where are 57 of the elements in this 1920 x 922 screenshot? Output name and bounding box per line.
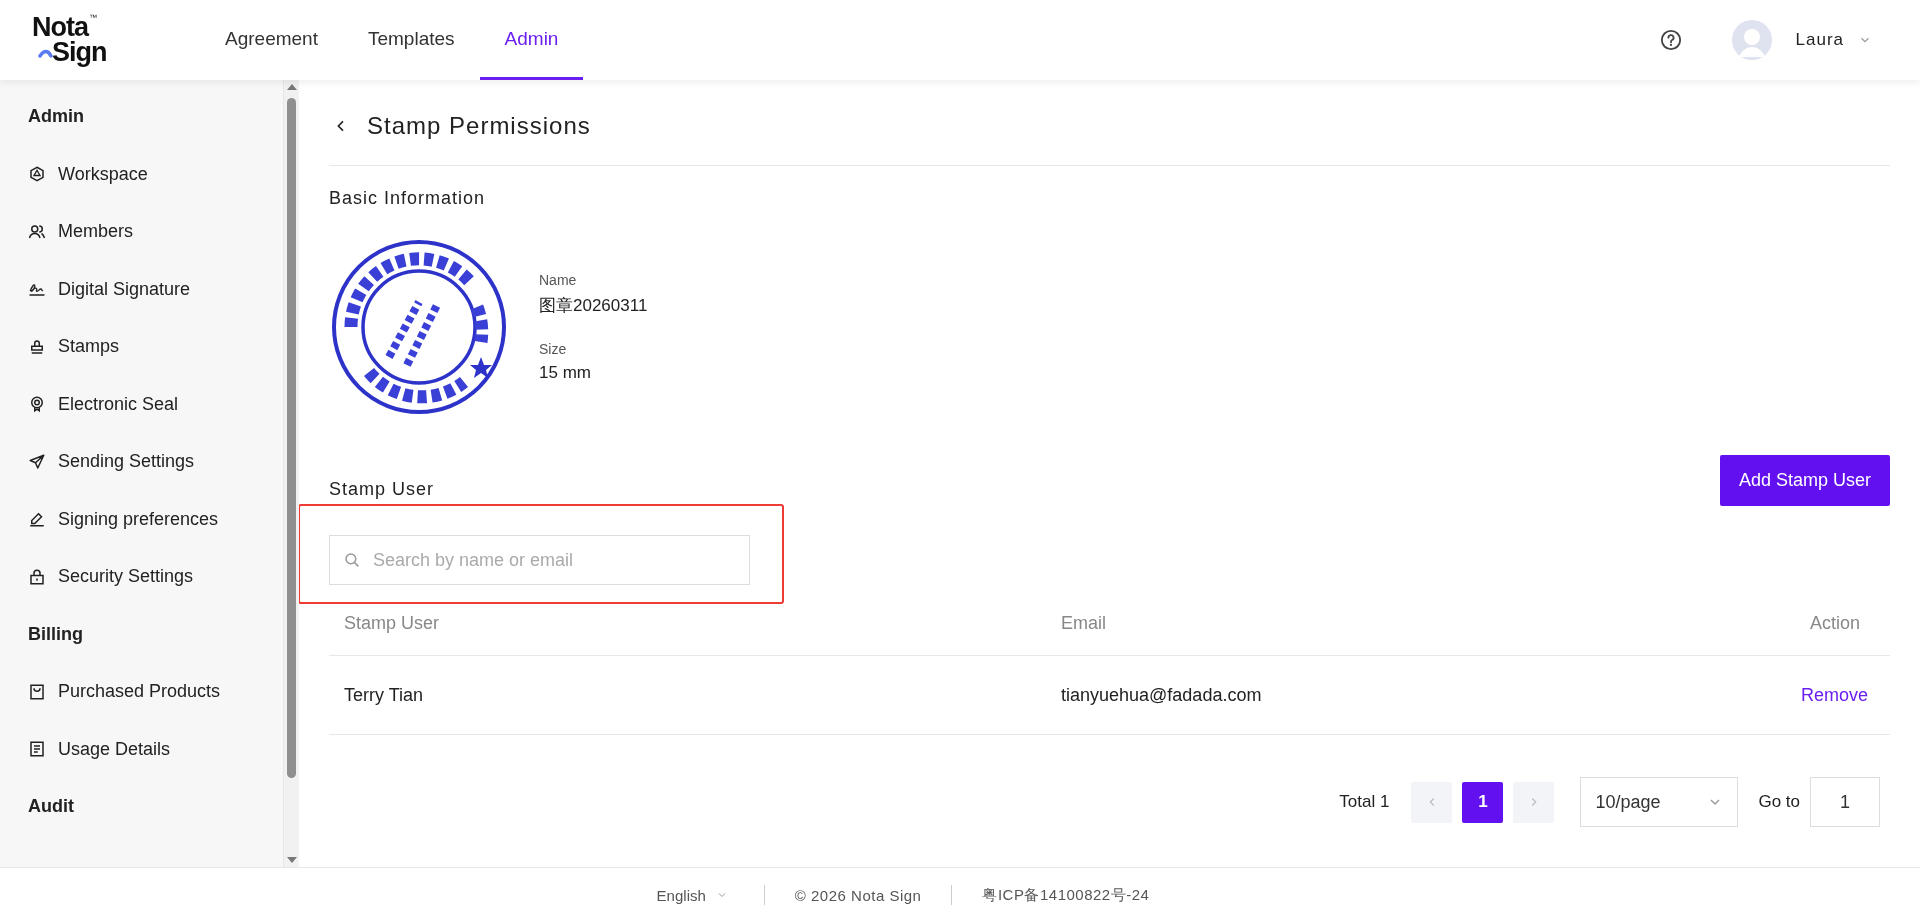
search-icon [343,551,361,569]
lock-icon [28,567,46,586]
sidebar-item[interactable]: Security Settings [28,548,283,606]
license-text: 粤ICP备14100822号-24 [982,885,1150,905]
scroll-down-icon[interactable] [286,857,297,863]
sidebar-item[interactable]: Digital Signature [28,260,283,318]
logo-text: Nota [32,14,88,41]
user-menu[interactable]: Laura [1785,30,1888,50]
page-button[interactable]: 1 [1462,781,1504,823]
sidebar-item[interactable]: Stamps [28,318,283,376]
table-cell-text: Terry Tian [344,684,425,706]
sidebar-item[interactable]: Workspace [28,145,283,203]
trademark-mark: ™ [89,14,97,22]
sidebar-section-title: Audit [28,795,75,819]
bag-icon [28,682,46,701]
page-number-field[interactable]: 1 [1810,777,1880,827]
column-header: Email [1061,612,1107,634]
total-count: Total 1 [1339,792,1390,812]
sidebar-item[interactable]: Members [28,203,283,261]
scroll-up-icon[interactable] [286,84,297,90]
page-size-select[interactable]: 10/page [1580,777,1739,827]
nav-tab[interactable]: Admin [479,0,584,80]
column-header: Stamp User [344,612,441,634]
remove-link[interactable]: Remove [1800,684,1868,705]
scrollbar[interactable] [283,80,299,867]
pen-icon [28,510,46,529]
help-icon[interactable] [1659,29,1682,51]
sidebar-section-title: Admin [28,105,85,129]
people-icon [28,222,46,241]
field-value: 图章20260311 [539,294,648,317]
goto-label: Go to [1758,792,1800,812]
language-select[interactable]: English [650,885,734,905]
sidebar-item[interactable]: Purchased Products [28,663,283,721]
badge-icon [28,395,46,414]
document-icon [28,740,46,759]
hexagon-icon [28,165,46,184]
field-value: 15 mm [539,362,592,383]
page-title: Stamp Permissions [367,112,591,140]
add-button[interactable]: Add Stamp User [1719,455,1890,506]
paper-plane-icon [28,452,46,471]
nav-tab[interactable]: Templates [342,0,480,80]
section-heading: Stamp User [329,479,435,500]
nav-tab[interactable]: Agreement [200,0,343,80]
sidebar-item[interactable]: Signing preferences [28,490,283,548]
sidebar-item[interactable]: Usage Details [28,720,283,778]
sidebar-item[interactable]: Electronic Seal [28,375,283,433]
logo-text: Sign [52,39,107,66]
field-label: Name [539,271,578,288]
table-cell-text: tianyuehua@fadada.com [1061,684,1263,706]
stamp-icon [28,337,46,356]
sidebar-section-title: Billing [28,622,84,646]
sidebar-item[interactable]: Sending Settings [28,433,283,491]
column-header: Action [1808,612,1861,634]
field-label: Size [539,340,568,357]
search-field[interactable]: Search by name or email [329,535,750,585]
section-heading: Basic Information [329,188,487,209]
copyright-text: © 2026 Nota Sign [794,886,922,904]
